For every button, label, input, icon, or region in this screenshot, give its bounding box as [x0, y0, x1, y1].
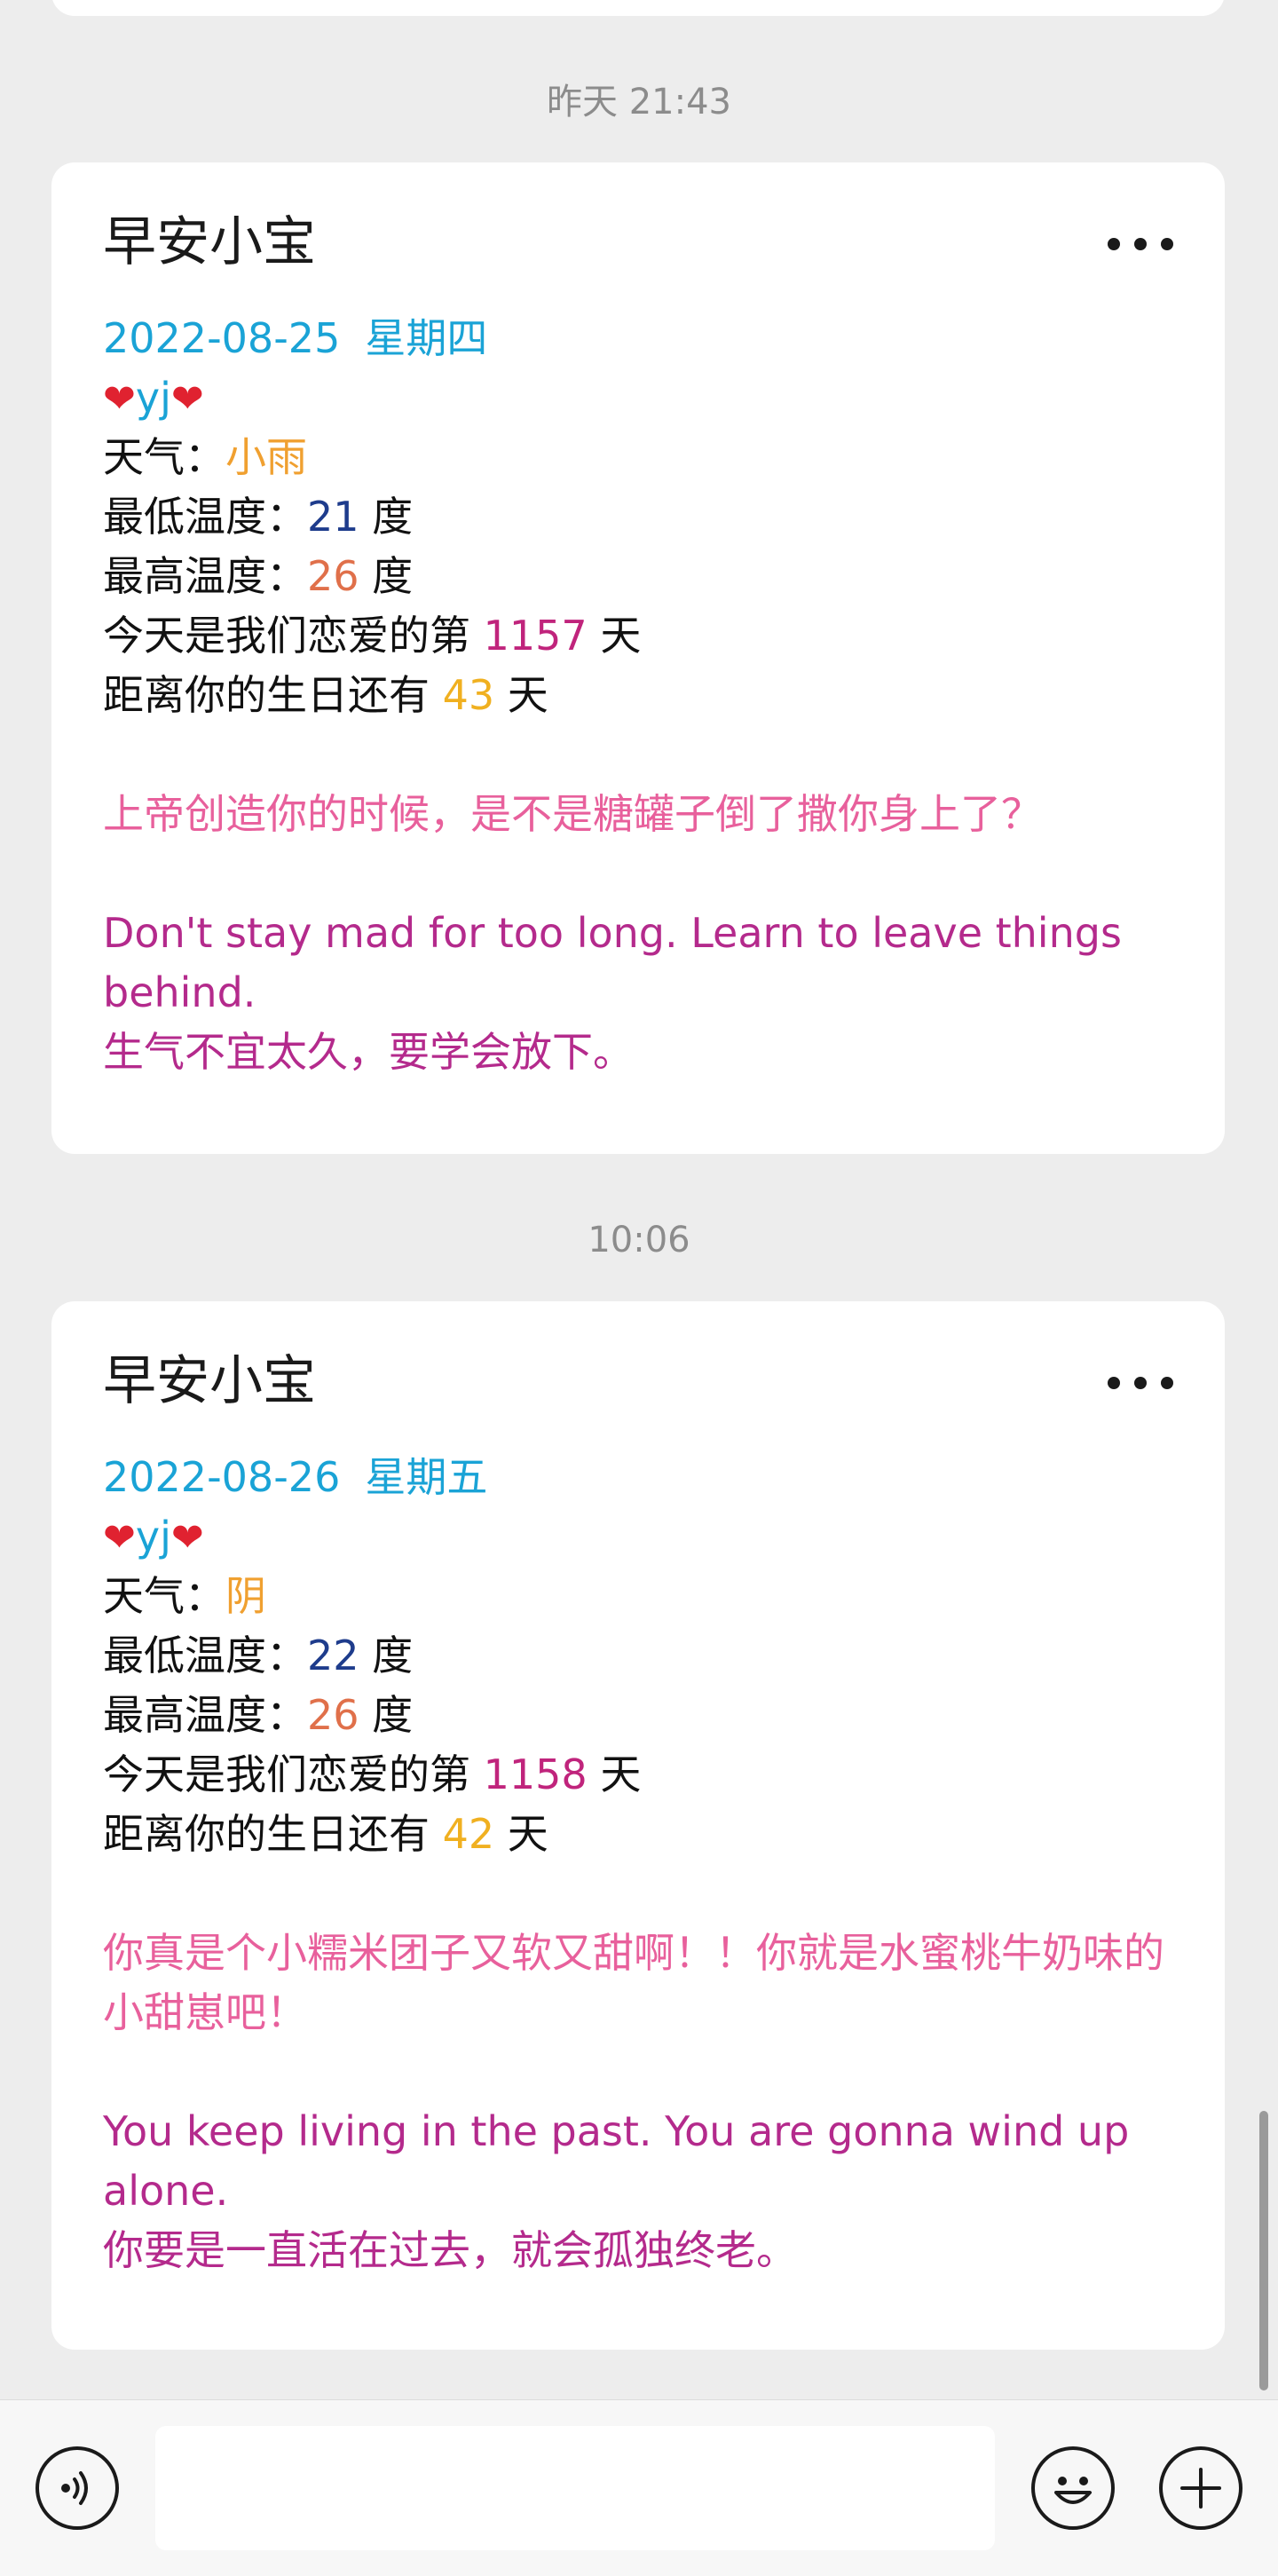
days-unit: 天: [494, 1810, 548, 1858]
quote-english: Don't stay mad for too long. Learn to le…: [103, 909, 1122, 1016]
previous-message-card: [51, 0, 1225, 16]
birthday-line: 距离你的生日还有 43 天: [103, 666, 1189, 725]
high-temp-label: 最高温度：: [103, 552, 307, 600]
days-unit: 天: [587, 612, 642, 660]
weather-line: 天气：阴: [103, 1567, 1189, 1626]
birthday-label: 距离你的生日还有: [103, 671, 443, 719]
days-unit: 天: [494, 671, 548, 719]
card-title: 早安小宝: [103, 1350, 316, 1412]
name: yj: [135, 374, 171, 422]
message-body: 2022-08-25 星期四 ❤yj❤ 天气：小雨 最低温度：21 度 最高温度：…: [103, 309, 1189, 1082]
scrollbar[interactable]: [1259, 2111, 1268, 2390]
weather-value: 阴: [225, 1572, 266, 1620]
weather-value: 小雨: [225, 433, 307, 481]
heart-icon: ❤: [170, 376, 204, 422]
low-temp-label: 最低温度：: [103, 493, 307, 541]
low-temp-value: 21: [307, 493, 359, 541]
degree-unit: 度: [359, 1691, 414, 1739]
love-days-line: 今天是我们恋爱的第 1157 天: [103, 606, 1189, 666]
date-line: 2022-08-26 星期五: [103, 1448, 1189, 1507]
love-days-label: 今天是我们恋爱的第: [103, 612, 484, 660]
degree-unit: 度: [359, 1632, 414, 1679]
weather-label: 天气：: [103, 433, 225, 481]
date: 2022-08-25: [103, 314, 341, 362]
days-unit: 天: [587, 1750, 642, 1798]
high-temp-line: 最高温度：26 度: [103, 547, 1189, 606]
low-temp-line: 最低温度：21 度: [103, 487, 1189, 547]
name-line: ❤yj❤: [103, 1507, 1189, 1567]
degree-unit: 度: [359, 493, 414, 541]
plus-icon[interactable]: [1159, 2446, 1242, 2530]
quote-english-translation: 生气不宜太久，要学会放下。: [103, 1028, 634, 1076]
low-temp-label: 最低温度：: [103, 1632, 307, 1679]
emoji-icon[interactable]: [1031, 2446, 1115, 2530]
high-temp-line: 最高温度：26 度: [103, 1686, 1189, 1745]
message-body: 2022-08-26 星期五 ❤yj❤ 天气：阴 最低温度：22 度 最高温度：2…: [103, 1448, 1189, 2280]
name: yj: [135, 1513, 171, 1561]
quote-chinese: 你真是个小糯米团子又软又甜啊！！你就是水蜜桃牛奶味的小甜崽吧！: [103, 1929, 1164, 2036]
message-card[interactable]: 早安小宝 2022-08-25 星期四 ❤yj❤ 天气：小雨 最低温度：21 度 …: [51, 162, 1225, 1154]
date: 2022-08-26: [103, 1453, 341, 1501]
quote-english-translation: 你要是一直活在过去，就会孤独终老。: [103, 2226, 797, 2274]
love-days-value: 1157: [483, 612, 588, 660]
high-temp-value: 26: [307, 1691, 359, 1739]
heart-icon: ❤: [103, 1515, 136, 1561]
low-temp-value: 22: [307, 1632, 359, 1679]
love-days-value: 1158: [483, 1750, 588, 1798]
love-days-line: 今天是我们恋爱的第 1158 天: [103, 1745, 1189, 1805]
voice-icon[interactable]: [36, 2446, 119, 2530]
weather-label: 天气：: [103, 1572, 225, 1620]
high-temp-label: 最高温度：: [103, 1691, 307, 1739]
high-temp-value: 26: [307, 552, 359, 600]
date-line: 2022-08-25 星期四: [103, 309, 1189, 368]
heart-icon: ❤: [170, 1515, 204, 1561]
birthday-days-value: 42: [442, 1810, 495, 1858]
birthday-days-value: 43: [442, 671, 495, 719]
weather-line: 天气：小雨: [103, 428, 1189, 487]
card-title: 早安小宝: [103, 211, 316, 273]
heart-icon: ❤: [103, 376, 136, 422]
name-line: ❤yj❤: [103, 368, 1189, 428]
quote-english: You keep living in the past. You are gon…: [103, 2107, 1130, 2215]
timestamp: 10:06: [588, 1220, 690, 1260]
message-card[interactable]: 早安小宝 2022-08-26 星期五 ❤yj❤ 天气：阴 最低温度：22 度 最…: [51, 1301, 1225, 2350]
timestamp: 昨天 21:43: [547, 82, 731, 122]
message-input[interactable]: [155, 2426, 995, 2550]
more-icon[interactable]: [1108, 1372, 1173, 1394]
love-days-label: 今天是我们恋爱的第: [103, 1750, 484, 1798]
chat-input-bar: [0, 2399, 1278, 2576]
more-icon[interactable]: [1108, 233, 1173, 255]
weekday: 星期四: [365, 314, 488, 362]
birthday-label: 距离你的生日还有: [103, 1810, 443, 1858]
degree-unit: 度: [359, 552, 414, 600]
weekday: 星期五: [365, 1453, 488, 1501]
low-temp-line: 最低温度：22 度: [103, 1626, 1189, 1686]
quote-chinese: 上帝创造你的时候，是不是糖罐子倒了撒你身上了？: [103, 790, 1042, 838]
birthday-line: 距离你的生日还有 42 天: [103, 1805, 1189, 1864]
